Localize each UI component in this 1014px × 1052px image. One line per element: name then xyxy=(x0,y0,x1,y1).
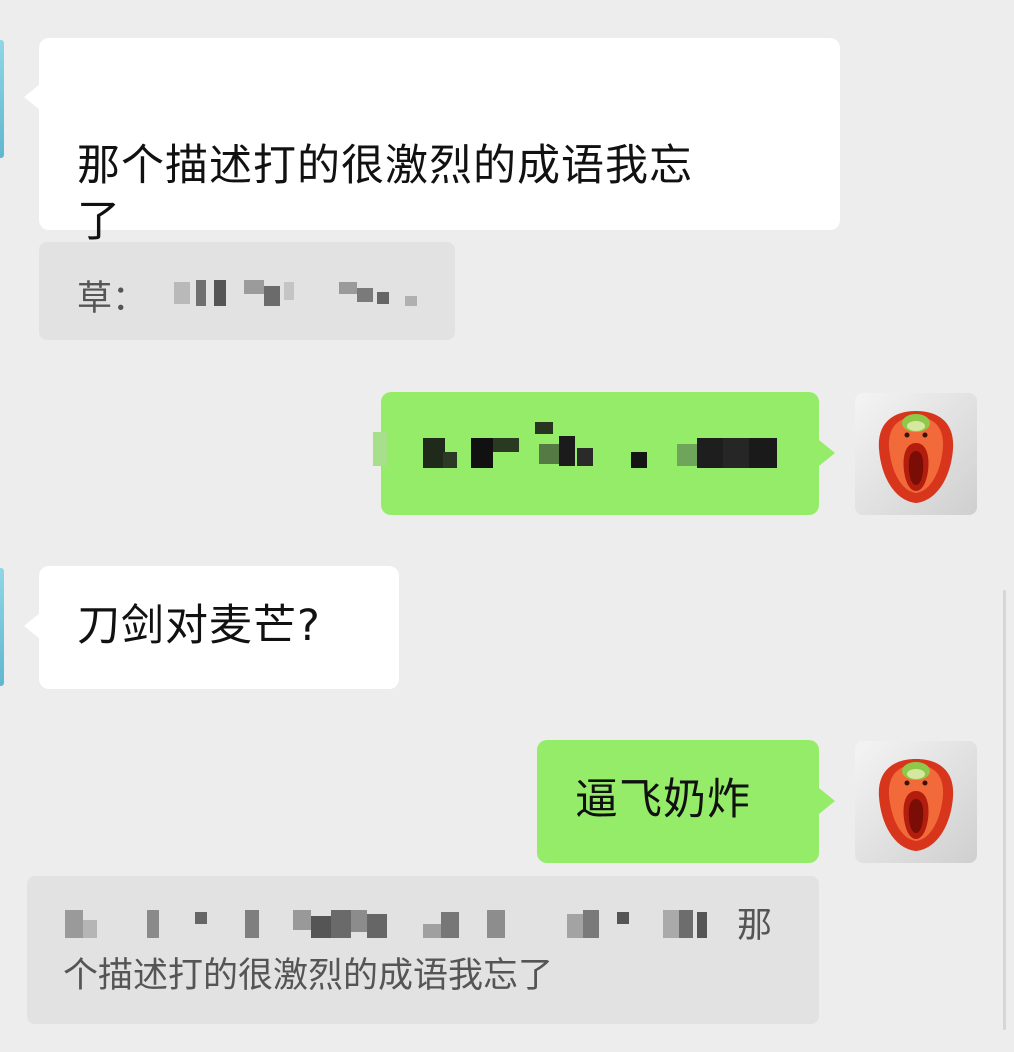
incoming-message-bubble[interactable]: 刀剑对麦芒? xyxy=(39,566,399,689)
pixelated-censor xyxy=(195,912,207,924)
pixelated-censor xyxy=(244,280,264,294)
message-text: 刀剑对麦芒? xyxy=(77,601,321,651)
message-text: 逼飞奶炸 xyxy=(575,775,751,825)
pixelated-censor xyxy=(617,912,629,924)
pixelated-censor xyxy=(367,914,387,938)
quote-text: 个描述打的很激烈的成语我忘了 xyxy=(63,956,554,996)
bubble-tail xyxy=(819,788,835,814)
pixelated-censor xyxy=(147,910,159,938)
pixelated-censor xyxy=(405,296,417,306)
quote-sender-label: 草： xyxy=(77,279,148,319)
pixelated-censor xyxy=(539,444,559,464)
bubble-tail xyxy=(819,440,835,466)
pixelated-censor xyxy=(493,438,519,452)
pixelated-censor xyxy=(487,910,505,938)
bubble-tail xyxy=(24,613,40,639)
pixelated-censor xyxy=(196,280,206,306)
contact-avatar-edge[interactable] xyxy=(0,568,4,686)
outgoing-message-bubble[interactable] xyxy=(373,392,819,515)
pixelated-censor xyxy=(174,282,190,304)
pixelated-censor xyxy=(697,912,707,938)
bell-pepper-face-icon[interactable] xyxy=(855,393,977,515)
pixelated-censor xyxy=(723,438,749,468)
bell-pepper-face-icon[interactable] xyxy=(855,741,977,863)
pixelated-censor xyxy=(351,910,367,932)
pixelated-censor xyxy=(663,910,679,938)
quoted-message[interactable]: 那 个描述打的很激烈的成语我忘了 xyxy=(27,876,819,1024)
scrollbar[interactable] xyxy=(1003,590,1006,1030)
pixelated-censor xyxy=(749,438,777,468)
quote-text-start: 那 xyxy=(737,906,773,946)
pixelated-censor xyxy=(373,432,387,466)
pixelated-censor xyxy=(631,452,647,468)
pixelated-censor xyxy=(471,438,493,468)
pixelated-censor xyxy=(677,444,697,466)
pixelated-censor xyxy=(535,422,553,434)
pixelated-censor xyxy=(293,910,311,930)
pixelated-censor xyxy=(577,448,593,466)
pixelated-censor xyxy=(697,438,723,468)
incoming-message-bubble[interactable]: 那个描述打的很激烈的成语我忘 了 xyxy=(39,38,840,247)
pixelated-censor xyxy=(214,280,226,306)
pixelated-censor xyxy=(377,292,389,304)
pixelated-censor xyxy=(331,910,351,938)
pixelated-censor xyxy=(264,286,280,306)
pixelated-censor xyxy=(423,924,441,938)
contact-avatar-edge[interactable] xyxy=(0,40,4,158)
pixelated-censor xyxy=(567,914,583,938)
pixelated-censor xyxy=(245,910,259,938)
pixelated-censor xyxy=(357,288,373,302)
pixelated-censor xyxy=(339,282,357,294)
pixelated-censor xyxy=(311,916,331,938)
quoted-message[interactable]: 草： xyxy=(39,242,455,340)
pixelated-censor xyxy=(441,912,459,938)
pixelated-censor xyxy=(583,910,599,938)
outgoing-message-bubble[interactable]: 逼飞奶炸 xyxy=(537,740,819,863)
bubble-tail xyxy=(24,84,40,110)
pixelated-censor xyxy=(423,438,445,468)
pixelated-censor xyxy=(65,910,83,938)
pixelated-censor xyxy=(443,452,457,468)
pixelated-censor xyxy=(284,282,294,300)
message-text: 那个描述打的很激烈的成语我忘 了 xyxy=(77,141,693,247)
pixelated-censor xyxy=(559,436,575,466)
pixelated-censor xyxy=(83,920,97,938)
pixelated-censor xyxy=(679,910,693,938)
